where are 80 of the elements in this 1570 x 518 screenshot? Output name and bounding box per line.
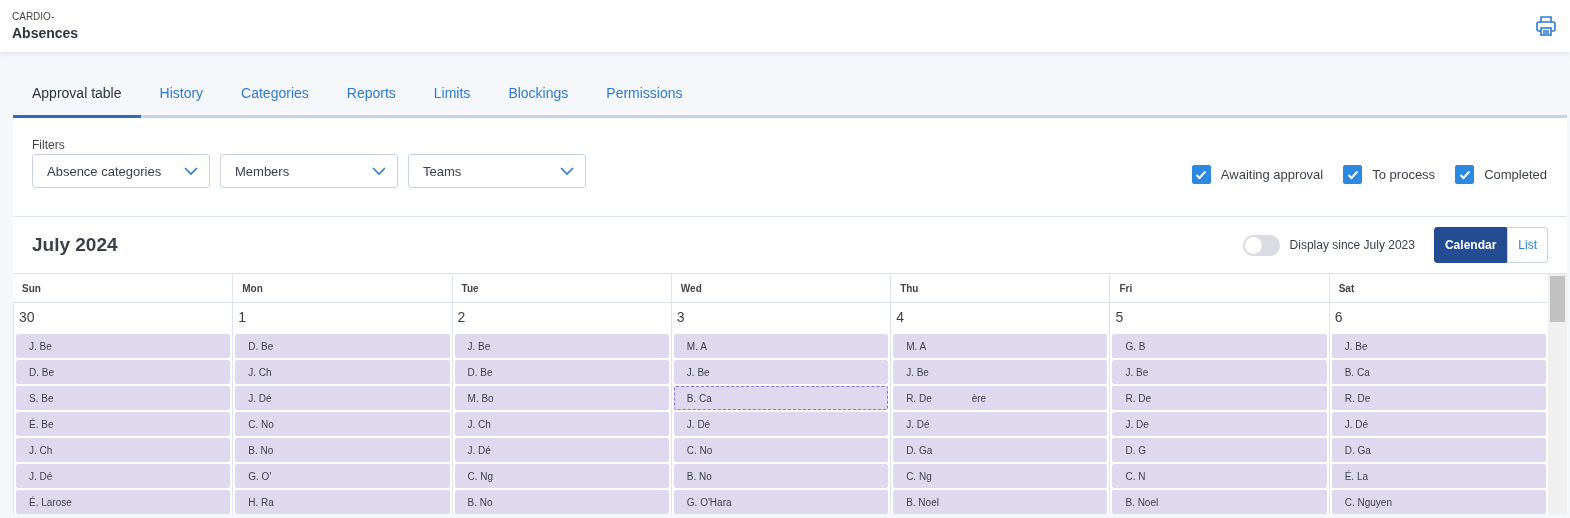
checkbox-label: Completed [1484,167,1547,182]
toggle-label: Display since July 2023 [1289,238,1415,252]
absence-entry[interactable]: G. B [1112,334,1327,358]
tab[interactable]: Categories [222,74,328,118]
absence-entry[interactable]: D. Ga [893,438,1108,462]
absence-entry[interactable]: C. No [673,438,889,462]
absence-entry[interactable]: M. A [893,334,1108,358]
absence-entry[interactable]: G. O'Hara [673,490,889,514]
absence-entry[interactable]: J. Be [454,334,669,358]
checkbox[interactable] [1455,165,1475,184]
absence-entry[interactable]: J. Be [1331,334,1546,358]
absence-entry[interactable]: B. Ca [673,386,889,410]
absence-entry[interactable]: B. Noel [1112,490,1327,514]
absence-entry[interactable]: J. Ch [454,412,669,436]
absence-entry[interactable]: R. De [1112,386,1327,410]
check-icon [1346,169,1359,180]
absence-entry[interactable]: J. Dé [16,464,231,488]
absence-entry[interactable]: J. Dé [454,438,669,462]
tab[interactable]: Reports [327,74,415,118]
absence-entry[interactable]: H. Ra [235,490,450,514]
absence-entry[interactable]: É. Larose [16,490,231,514]
checkbox[interactable] [1191,165,1211,184]
check-icon [1458,169,1471,180]
absence-entry[interactable]: M. Bo [454,386,669,410]
tab[interactable]: Permissions [587,74,702,118]
absence-entry[interactable]: J. Dé [673,412,889,436]
absence-entry[interactable]: C. Ng [893,464,1108,488]
absence-entry[interactable]: D. Be [16,360,231,384]
chevron-down-icon [559,166,575,176]
printer-icon[interactable] [1534,14,1558,38]
toggle-switch[interactable] [1242,234,1280,256]
page-title: Absences [12,25,79,41]
dropdown[interactable]: Members [220,154,398,188]
dropdown[interactable]: Absence categories [32,154,210,188]
absence-entry[interactable]: J. Be [1112,360,1327,384]
check-icon [1195,169,1208,180]
absence-entry[interactable]: D. Be [454,360,669,384]
chevron-down-icon [183,166,199,176]
filters-label: Filters [32,138,66,152]
scrollbar[interactable] [1548,274,1567,514]
tab[interactable]: Blockings [489,74,588,118]
absence-entry[interactable]: J. Ch [16,438,231,462]
absence-entry[interactable]: G. O' [235,464,450,488]
absence-entry[interactable]: J. Dé [1331,412,1546,436]
checkbox-label: Awaiting approval [1220,167,1324,182]
absence-entry[interactable]: D. Ga [1331,438,1546,462]
checkbox[interactable] [1343,165,1363,184]
view-button[interactable]: Calendar [1433,227,1508,263]
absence-entry[interactable]: M. A [673,334,889,358]
absence-entry[interactable]: É. Be [16,412,231,436]
absence-entry[interactable]: C. Nguyen [1331,490,1546,514]
absence-entry[interactable]: É. La [1331,464,1546,488]
absence-entry[interactable]: C. No [235,412,450,436]
absence-entry[interactable]: C. N [1112,464,1327,488]
absence-entry[interactable]: B. Ca [1331,360,1546,384]
absence-entry[interactable]: J. Be [893,360,1108,384]
view-button[interactable]: List [1507,227,1548,263]
absence-entry[interactable]: J. Dé [235,386,450,410]
dropdown[interactable]: Teams [408,154,586,188]
absence-entry[interactable]: R. De ère [893,386,1108,410]
absence-entry[interactable]: J. Be [16,334,231,358]
tab[interactable]: Limits [414,74,490,118]
absence-entry[interactable]: D. G [1112,438,1327,462]
absence-entry[interactable]: B. No [235,438,450,462]
absence-entry[interactable]: J. Be [673,360,889,384]
absence-entry[interactable]: J. De [1112,412,1327,436]
absence-entry[interactable]: J. Ch [235,360,450,384]
absence-entry[interactable]: S. Be [16,386,231,410]
absence-entry[interactable]: B. Noel [893,490,1108,514]
absence-entry[interactable]: D. Be [235,334,450,358]
month-title: July 2024 [32,234,118,256]
absence-entry[interactable]: J. Dé [893,412,1108,436]
checkbox-label: To process [1372,167,1436,182]
absence-entry[interactable]: C. Ng [454,464,669,488]
absence-entry[interactable]: B. No [454,490,669,514]
absence-entry[interactable]: R. De [1331,386,1546,410]
tab[interactable]: History [140,74,223,118]
chevron-down-icon [371,166,387,176]
absence-entry[interactable]: B. No [673,464,889,488]
organization-name: CARDIO- [12,11,56,22]
